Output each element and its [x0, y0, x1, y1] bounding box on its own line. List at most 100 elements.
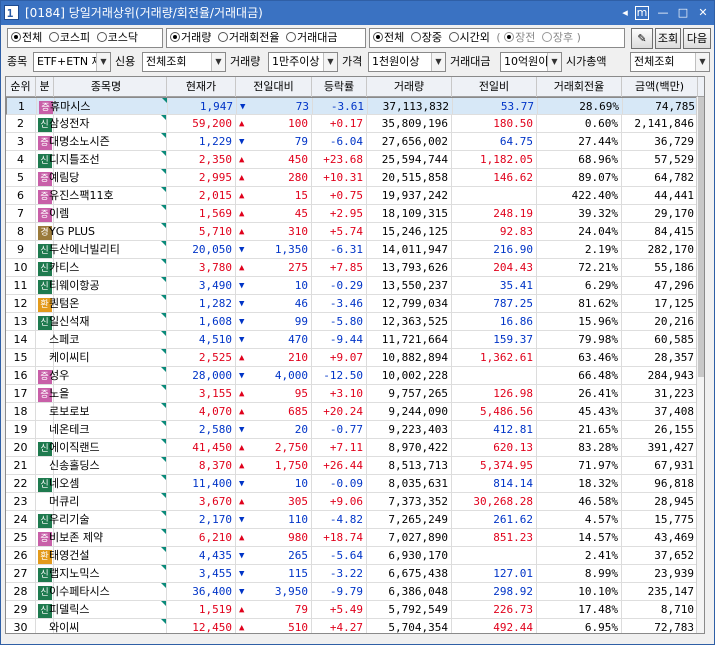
table-row[interactable]: 23 머큐리 3,670 ▲ 305 +9.06 7,373,352 30,268.28 46.… [6, 493, 704, 511]
table-row[interactable]: 8 경 YG PLUS 5,710 ▲ 310 +5.74 15,246,125 92.83 24… [6, 223, 704, 241]
next-button[interactable]: 다음 [683, 28, 711, 49]
col-name-cell[interactable]: 머큐리 [46, 493, 167, 511]
col-name-cell[interactable]: 예림당 [46, 169, 167, 187]
table-row[interactable]: 10 신 카티스 3,780 ▲ 275 +7.85 13,793,626 204.43 72.2… [6, 259, 704, 277]
cap-select[interactable]: 전체조회 ▼ [630, 52, 710, 72]
col-name-header[interactable]: 종목명 [46, 77, 167, 97]
table-row[interactable]: 7 증 이렘 1,569 ▲ 45 +2.95 18,109,315 248.19 39.32% 2… [6, 205, 704, 223]
col-name-cell[interactable]: 비보존 제약 [46, 529, 167, 547]
table-row[interactable]: 12 환 퀀텀온 1,282 ▼ 46 -3.46 12,799,034 787.25 81.62… [6, 295, 704, 313]
sub-radio-postmarket[interactable]: 장후 [541, 29, 573, 47]
item-select[interactable]: ETF+ETN 제 ▼ [33, 52, 111, 72]
col-price-header[interactable]: 현재가 [167, 77, 236, 97]
col-change-header[interactable]: 전일대비 [236, 77, 312, 97]
close-icon[interactable]: ✕ [695, 5, 711, 21]
minimize-icon[interactable]: — [655, 5, 671, 21]
col-name-cell[interactable]: 와이씨 [46, 619, 167, 633]
col-name-cell[interactable]: 두산에너빌리티 [46, 241, 167, 259]
credit-label: 신용 [115, 55, 136, 68]
col-name-cell[interactable]: 퀀텀온 [46, 295, 167, 313]
table-row[interactable]: 24 신 우리기술 2,170 ▼ 110 -4.82 7,265,249 261.62 4.57… [6, 511, 704, 529]
table-row[interactable]: 16 증 성우 28,000 ▼ 4,000 -12.50 10,002,228 66.48% 2… [6, 367, 704, 385]
memo-icon[interactable]: m [635, 6, 649, 20]
table-row[interactable]: 21 신송홀딩스 8,370 ▲ 1,750 +26.44 8,513,713 5,374.9… [6, 457, 704, 475]
table-row[interactable]: 17 증 노을 3,155 ▲ 95 +3.10 9,757,265 126.98 26.41% 3… [6, 385, 704, 403]
table-row[interactable]: 13 신 일신석재 1,608 ▼ 99 -5.80 12,363,525 16.86 15.96… [6, 313, 704, 331]
col-name-cell[interactable]: 노을 [46, 385, 167, 403]
table-row[interactable]: 4 신 디지틀조선 2,350 ▲ 450 +23.68 25,594,744 1,182.05… [6, 151, 704, 169]
col-name-cell[interactable]: 우리기술 [46, 511, 167, 529]
sort-radio-volume[interactable]: 거래량 [170, 29, 211, 47]
table-row[interactable]: 22 신 네오셈 11,400 ▼ 10 -0.09 8,035,631 814.14 18.32… [6, 475, 704, 493]
col-name-cell[interactable]: 삼성전자 [46, 115, 167, 133]
edit-icon[interactable]: ✎ [631, 28, 653, 49]
table-row[interactable]: 20 신 에이직랜드 41,450 ▲ 2,750 +7.11 8,970,422 620.13… [6, 439, 704, 457]
col-name-cell[interactable]: 성우 [46, 367, 167, 385]
col-name-cell[interactable]: 네온테크 [46, 421, 167, 439]
table-row[interactable]: 3 증 대명소노시즌 1,229 ▼ 79 -6.04 27,656,002 64.75 27.4… [6, 133, 704, 151]
col-name-cell[interactable]: 이수페타시스 [46, 583, 167, 601]
session-radio-afterhours[interactable]: 시간외 [448, 29, 490, 47]
price-select[interactable]: 1천원이상 ▼ [368, 52, 446, 72]
volume-select[interactable]: 1만주이상 ▼ [268, 52, 338, 72]
table-row[interactable]: 9 신 두산에너빌리티 20,050 ▼ 1,350 -6.31 14,011,947 216.… [6, 241, 704, 259]
col-name-cell[interactable]: 이렘 [46, 205, 167, 223]
market-radio-all[interactable]: 전체 [11, 29, 42, 47]
col-name-cell[interactable]: 네오셈 [46, 475, 167, 493]
scrollbar-thumb[interactable] [698, 97, 704, 377]
table-row[interactable]: 27 신 랩지노믹스 3,455 ▼ 115 -3.22 6,675,438 127.01 8.9… [6, 565, 704, 583]
col-name-cell[interactable]: 휴마시스 [47, 98, 168, 114]
col-name-cell[interactable]: YG PLUS [46, 223, 167, 241]
sort-radio-turnover[interactable]: 거래회전율 [217, 29, 279, 47]
col-rate-cell: +7.85 [312, 259, 367, 277]
table-row[interactable]: 5 증 예림당 2,995 ▲ 280 +10.31 20,515,858 146.62 89.0… [6, 169, 704, 187]
session-radio-regular[interactable]: 장중 [410, 29, 442, 47]
col-name-cell[interactable]: 에이직랜드 [46, 439, 167, 457]
table-row[interactable]: 11 신 티웨이항공 3,490 ▼ 10 -0.29 13,550,237 35.41 6.29… [6, 277, 704, 295]
market-radio-kospi[interactable]: 코스피 [48, 29, 90, 47]
col-name-cell[interactable]: 케이씨티 [46, 349, 167, 367]
col-name-cell[interactable]: 로보로보 [46, 403, 167, 421]
col-volume-header[interactable]: 거래량 [367, 77, 452, 97]
col-amount-header[interactable]: 금액(백만) [622, 77, 698, 97]
col-name-cell[interactable]: 스페코 [46, 331, 167, 349]
credit-select[interactable]: 전체조회 ▼ [142, 52, 226, 72]
col-name-cell[interactable]: 신송홀딩스 [46, 457, 167, 475]
col-rate-header[interactable]: 등락률 [312, 77, 367, 97]
maximize-icon[interactable]: □ [675, 5, 691, 21]
col-rank-header[interactable]: 순위 [6, 77, 36, 97]
col-name-cell[interactable]: 랩지노믹스 [46, 565, 167, 583]
table-row[interactable]: 15 케이씨티 2,525 ▲ 210 +9.07 10,882,894 1,362.61 63… [6, 349, 704, 367]
col-turnover-header[interactable]: 거래회전율 [537, 77, 622, 97]
table-row[interactable]: 6 증 유진스팩11호 2,015 ▲ 15 +0.75 19,937,242 422.40% 4… [6, 187, 704, 205]
col-name-cell[interactable]: 티웨이항공 [46, 277, 167, 295]
table-row[interactable]: 26 환 태영건설 4,435 ▼ 265 -5.64 6,930,170 2.41% 37,65… [6, 547, 704, 565]
col-name-cell[interactable]: 대명소노시즌 [46, 133, 167, 151]
table-row[interactable]: 30 와이씨 12,450 ▲ 510 +4.27 5,704,354 492.44 6.95%… [6, 619, 704, 633]
amount-select[interactable]: 10억원이상 ▼ [500, 52, 562, 72]
col-name-cell[interactable]: 피델릭스 [46, 601, 167, 619]
search-button[interactable]: 조회 [655, 28, 681, 49]
table-row[interactable]: 14 스페코 4,510 ▼ 470 -9.44 11,721,664 159.37 79.98… [6, 331, 704, 349]
col-name-cell[interactable]: 태영건설 [46, 547, 167, 565]
col-price-cell: 4,070 [167, 403, 236, 421]
col-name-cell[interactable]: 디지틀조선 [46, 151, 167, 169]
sort-radio-amount[interactable]: 거래대금 [285, 29, 337, 47]
col-name-cell[interactable]: 유진스팩11호 [46, 187, 167, 205]
vertical-scrollbar[interactable] [696, 97, 704, 633]
prev-arrow-icon[interactable]: ◂ [617, 5, 633, 21]
col-name-cell[interactable]: 일신석재 [46, 313, 167, 331]
col-turnover-cell: 4.57% [537, 511, 622, 529]
market-radio-kosdaq[interactable]: 코스닥 [96, 29, 138, 47]
table-row[interactable]: 25 증 비보존 제약 6,210 ▲ 980 +18.74 7,027,890 851.23 1… [6, 529, 704, 547]
col-name-cell[interactable]: 카티스 [46, 259, 167, 277]
table-row[interactable]: 18 로보로보 4,070 ▲ 685 +20.24 9,244,090 5,486.56 45… [6, 403, 704, 421]
table-row[interactable]: 2 신 삼성전자 59,200 ▲ 100 +0.17 35,809,196 180.50 0.6… [6, 115, 704, 133]
table-row[interactable]: 29 신 피델릭스 1,519 ▲ 79 +5.49 5,792,549 226.73 17.48… [6, 601, 704, 619]
table-row[interactable]: 19 네온테크 2,580 ▼ 20 -0.77 9,223,403 412.81 21.65%… [6, 421, 704, 439]
table-row[interactable]: 1 증 휴마시스 1,947 ▼ 73 -3.61 37,113,832 53.77 28.69%… [6, 97, 704, 115]
col-prev-ratio-header[interactable]: 전일비 [452, 77, 537, 97]
table-row[interactable]: 28 신 이수페타시스 36,400 ▼ 3,950 -9.79 6,386,048 298.9… [6, 583, 704, 601]
sub-radio-premarket[interactable]: 장전 [504, 29, 535, 47]
session-radio-all[interactable]: 전체 [373, 29, 404, 47]
